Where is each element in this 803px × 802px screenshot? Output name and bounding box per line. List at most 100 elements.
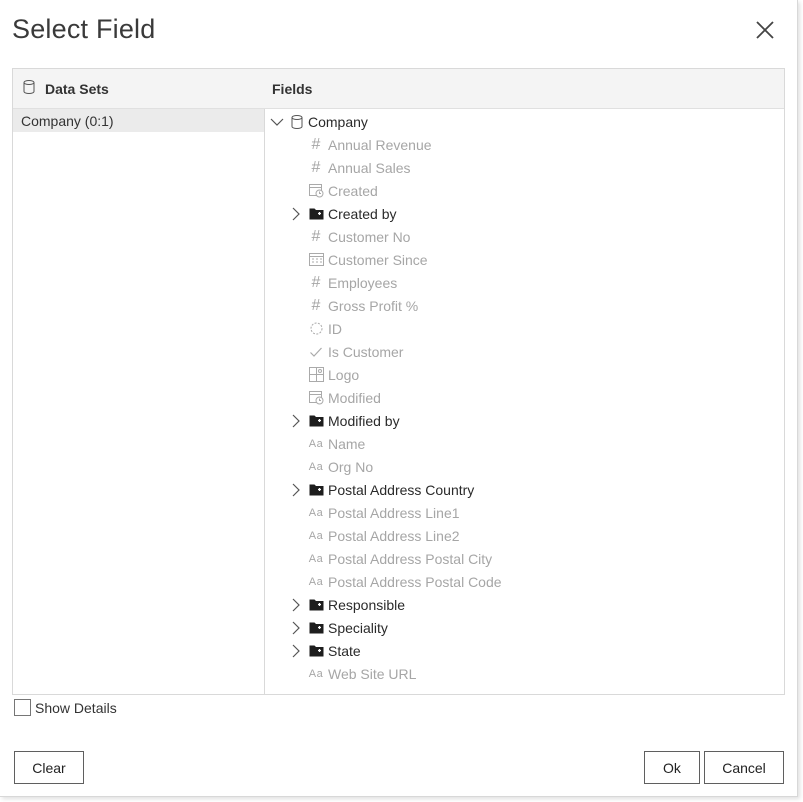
field-label: ID <box>328 320 342 337</box>
field-label: Created by <box>328 205 397 222</box>
field-item[interactable]: Aa Web Site URL <box>264 662 784 685</box>
datasets-pane: Data Sets Company (0:1) <box>13 69 265 694</box>
dialog-title: Select Field <box>12 14 156 44</box>
field-label: Customer No <box>328 228 411 245</box>
datasets-header: Data Sets <box>13 69 264 109</box>
field-label: Web Site URL <box>328 665 417 682</box>
database-icon <box>23 80 45 97</box>
calendar-icon <box>308 252 324 268</box>
folder-link-icon <box>308 206 324 222</box>
field-item[interactable]: Aa Postal Address Line1 <box>264 501 784 524</box>
folder-link-icon <box>308 620 324 636</box>
folder-link-icon <box>308 413 324 429</box>
field-label: Created <box>328 182 378 199</box>
field-label: Postal Address Line2 <box>328 527 460 544</box>
chevron-down-icon[interactable] <box>270 115 284 129</box>
ok-button[interactable]: Ok <box>644 751 700 784</box>
field-label: Customer Since <box>328 251 428 268</box>
image-icon <box>308 367 324 383</box>
field-label: Is Customer <box>328 343 404 360</box>
field-item[interactable]: # Annual Revenue <box>264 133 784 156</box>
field-label: State <box>328 642 361 659</box>
field-item[interactable]: # Customer No <box>264 225 784 248</box>
text-icon: Aa <box>308 575 324 588</box>
folder-link-icon <box>308 643 324 659</box>
text-icon: Aa <box>308 529 324 542</box>
chevron-right-icon[interactable] <box>289 644 303 658</box>
tree-node[interactable]: Postal Address Country <box>264 478 784 501</box>
folder-link-icon <box>308 597 324 613</box>
text-icon: Aa <box>308 506 324 519</box>
number-icon: # <box>311 227 321 245</box>
datetime-icon <box>308 183 324 199</box>
chevron-right-icon[interactable] <box>289 414 303 428</box>
field-label: Postal Address Postal City <box>328 550 493 567</box>
field-item[interactable]: Customer Since <box>264 248 784 271</box>
datetime-icon <box>308 390 324 406</box>
field-item[interactable]: # Gross Profit % <box>264 294 784 317</box>
field-label: Annual Sales <box>328 159 411 176</box>
fields-header: Fields <box>264 69 784 109</box>
number-icon: # <box>311 135 321 153</box>
field-item[interactable]: Modified <box>264 386 784 409</box>
field-label: Responsible <box>328 596 406 613</box>
show-details-checkbox[interactable] <box>14 699 31 716</box>
number-icon: # <box>311 273 321 291</box>
chevron-right-icon[interactable] <box>289 621 303 635</box>
field-label: Org No <box>328 458 374 475</box>
field-label: Modified by <box>328 412 400 429</box>
field-item[interactable]: Aa Org No <box>264 455 784 478</box>
text-icon: Aa <box>308 667 324 680</box>
field-item[interactable]: # Annual Sales <box>264 156 784 179</box>
chevron-right-icon[interactable] <box>289 483 303 497</box>
field-label: Postal Address Country <box>328 481 475 498</box>
text-icon: Aa <box>308 460 324 473</box>
fields-tree: Company # Annual Revenue # Annual Sales Crea… <box>264 109 784 685</box>
database-icon <box>289 114 305 130</box>
field-label: Postal Address Line1 <box>328 504 460 521</box>
id-icon <box>308 321 324 337</box>
number-icon: # <box>311 158 321 176</box>
fields-pane: Fields Company # Annual Revenue # Annual… <box>264 69 784 694</box>
field-item[interactable]: Aa Name <box>264 432 784 455</box>
field-item[interactable]: Logo <box>264 363 784 386</box>
tree-root-company[interactable]: Company <box>264 110 784 133</box>
select-field-dialog: Select Field Data Sets Company (0:1) Fie… <box>0 0 798 797</box>
text-icon: Aa <box>308 437 324 450</box>
field-label: Logo <box>328 366 360 383</box>
field-label: Postal Address Postal Code <box>328 573 502 590</box>
clear-button[interactable]: Clear <box>14 751 84 784</box>
field-item[interactable]: Aa Postal Address Postal Code <box>264 570 784 593</box>
field-label: Modified <box>328 389 381 406</box>
chevron-right-icon[interactable] <box>289 207 303 221</box>
text-icon: Aa <box>308 552 324 565</box>
fields-header-label: Fields <box>272 80 313 97</box>
checkmark-icon <box>308 344 324 360</box>
cancel-button[interactable]: Cancel <box>704 751 784 784</box>
field-item[interactable]: Aa Postal Address Line2 <box>264 524 784 547</box>
field-label: Name <box>328 435 366 452</box>
close-icon[interactable] <box>752 17 778 43</box>
show-details-label: Show Details <box>35 699 117 716</box>
field-label: Speciality <box>328 619 388 636</box>
folder-link-icon <box>308 482 324 498</box>
dataset-item-company[interactable]: Company (0:1) <box>13 109 264 132</box>
tree-node[interactable]: Created by <box>264 202 784 225</box>
chevron-right-icon[interactable] <box>289 598 303 612</box>
field-item[interactable]: Is Customer <box>264 340 784 363</box>
tree-node[interactable]: State <box>264 639 784 662</box>
tree-node[interactable]: Modified by <box>264 409 784 432</box>
tree-node[interactable]: Responsible <box>264 593 784 616</box>
field-label: Annual Revenue <box>328 136 432 153</box>
tree-root-label: Company <box>308 113 368 130</box>
field-item[interactable]: Aa Postal Address Postal City <box>264 547 784 570</box>
field-label: Gross Profit % <box>328 297 419 314</box>
field-item[interactable]: Created <box>264 179 784 202</box>
field-item[interactable]: # Employees <box>264 271 784 294</box>
number-icon: # <box>311 296 321 314</box>
field-label: Employees <box>328 274 398 291</box>
datasets-header-label: Data Sets <box>45 80 109 97</box>
field-item[interactable]: ID <box>264 317 784 340</box>
show-details-option[interactable]: Show Details <box>14 699 117 716</box>
tree-node[interactable]: Speciality <box>264 616 784 639</box>
